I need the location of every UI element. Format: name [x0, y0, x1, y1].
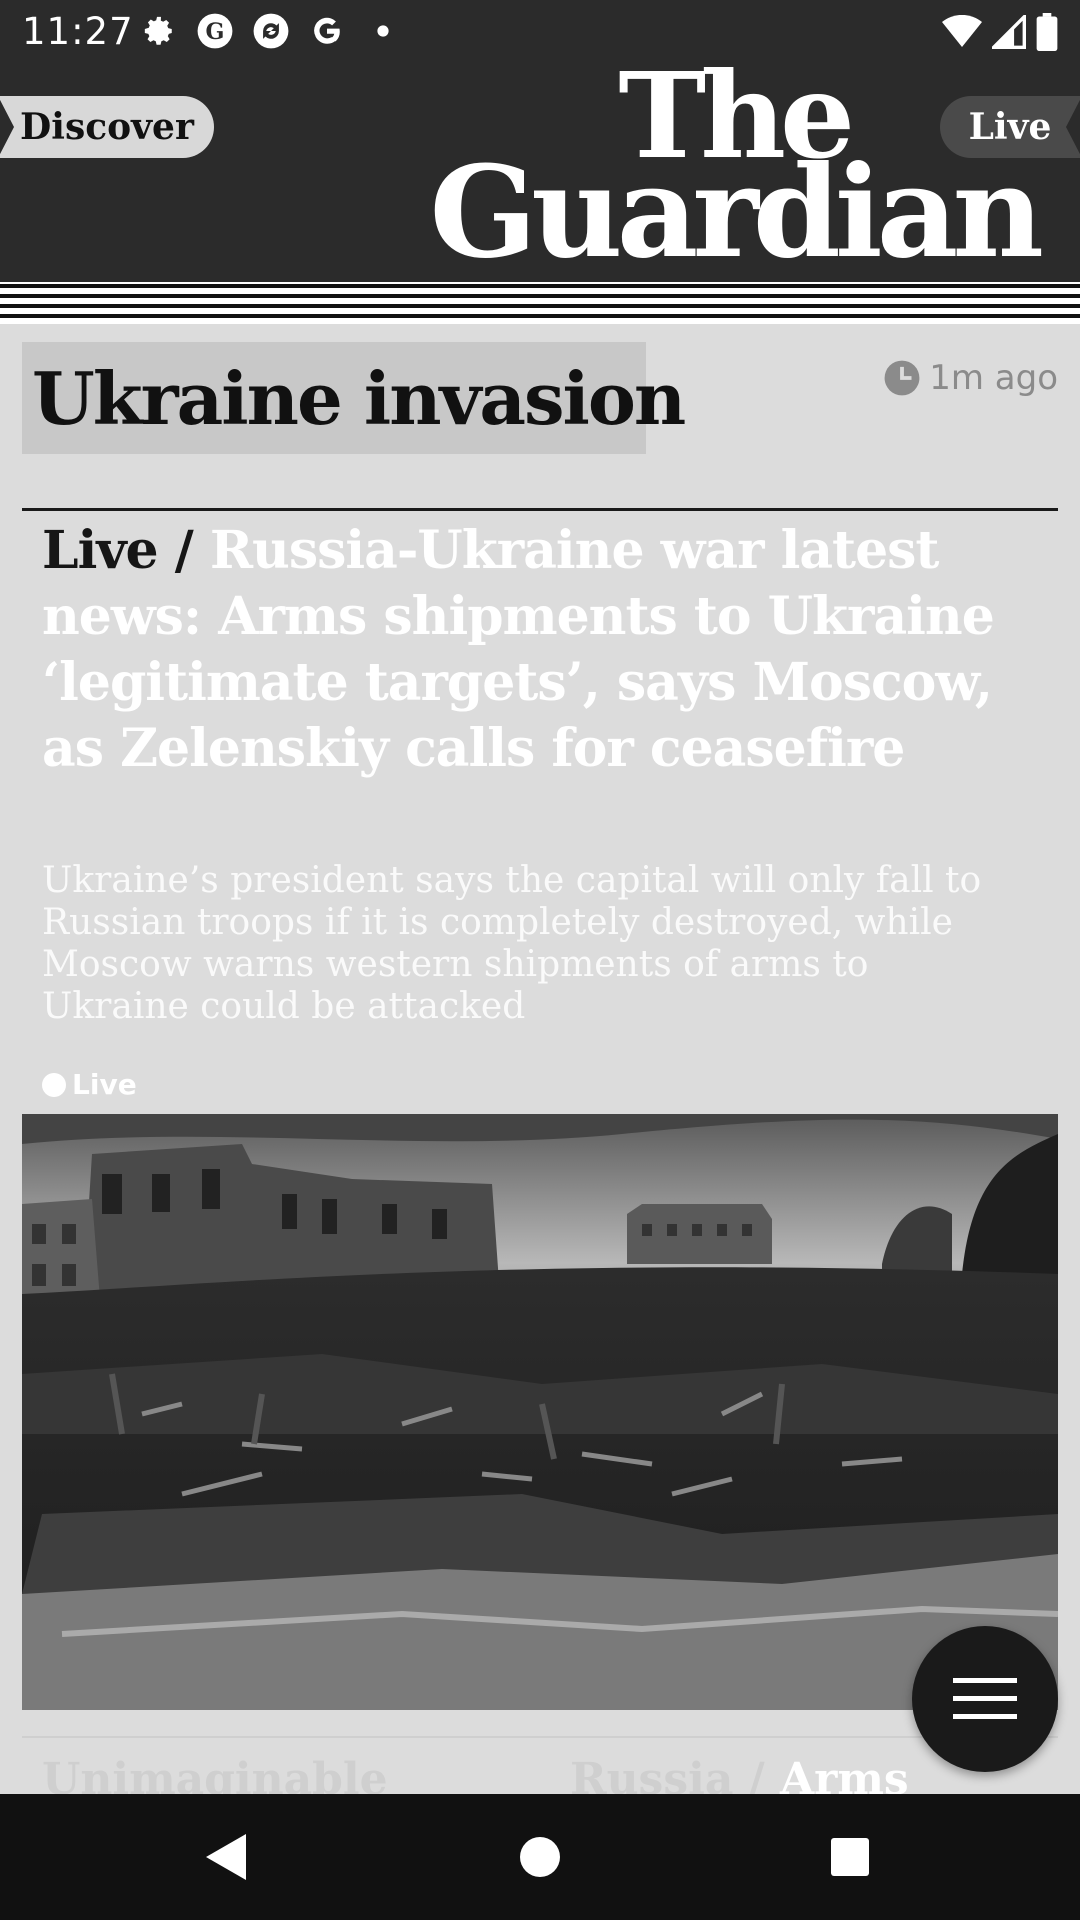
headline-kicker: Live / [42, 520, 194, 581]
article-standfirst: Ukraine’s president says the capital wil… [42, 860, 982, 1027]
svg-text:G: G [206, 19, 225, 45]
logo-line-2: Guardian [429, 137, 1044, 286]
guardian-logo: The Guardian [429, 57, 1044, 286]
dot-icon [364, 12, 402, 50]
recents-button[interactable] [815, 1822, 885, 1892]
battery-icon [1036, 13, 1058, 51]
status-bar: 11:27 G [0, 0, 1080, 62]
live-badge-text: Live [72, 1068, 137, 1101]
next-card-kicker: Russia / [570, 1754, 765, 1796]
gear-icon [140, 12, 178, 50]
rubble-photo [22, 1114, 1058, 1710]
timestamp: 1m ago [883, 358, 1058, 398]
next-cards-row: Unimaginable Russia / Arms [22, 1736, 1058, 1796]
next-card-headline: Arms [780, 1754, 909, 1796]
back-button[interactable] [190, 1822, 260, 1892]
back-triangle-icon [206, 1834, 246, 1880]
signal-icon [992, 15, 1026, 49]
status-right-icons [942, 12, 1058, 52]
rule-line [0, 284, 1080, 288]
article-headline[interactable]: Live / Russia-Ukraine war latest news: A… [42, 518, 1052, 782]
sync-icon [252, 12, 290, 50]
header-rules [0, 282, 1080, 324]
clock-icon [884, 360, 920, 396]
next-card-right[interactable]: Russia / Arms [570, 1754, 909, 1796]
rule-line [0, 304, 1080, 308]
rule-line [0, 294, 1080, 298]
wifi-icon [942, 15, 982, 47]
live-badge: Live [42, 1068, 137, 1101]
rule-line [0, 314, 1080, 318]
live-label: Live [968, 106, 1052, 148]
article-image[interactable] [22, 1114, 1058, 1710]
live-button[interactable]: Live [940, 96, 1080, 158]
divider [22, 508, 1058, 511]
section-title: Ukraine invasion [32, 356, 686, 441]
menu-button[interactable] [912, 1626, 1058, 1772]
recents-square-icon [831, 1838, 869, 1876]
app-header: Discover The Guardian Live [0, 57, 1080, 286]
app-icon-g-circle: G [196, 12, 234, 50]
next-card-left[interactable]: Unimaginable [42, 1754, 388, 1796]
status-left-icons: G [140, 10, 402, 52]
system-nav-bar [0, 1794, 1080, 1920]
home-circle-icon [520, 1837, 560, 1877]
section-tag[interactable]: Ukraine invasion [22, 342, 686, 454]
google-icon [308, 12, 346, 50]
live-dot-icon [42, 1072, 66, 1097]
discover-label: Discover [20, 106, 194, 148]
hamburger-menu-icon [953, 1678, 1017, 1719]
home-button[interactable] [505, 1822, 575, 1892]
status-time: 11:27 [22, 10, 134, 53]
timestamp-text: 1m ago [929, 358, 1058, 398]
discover-button[interactable]: Discover [0, 96, 214, 158]
card-separator [22, 1736, 1058, 1738]
